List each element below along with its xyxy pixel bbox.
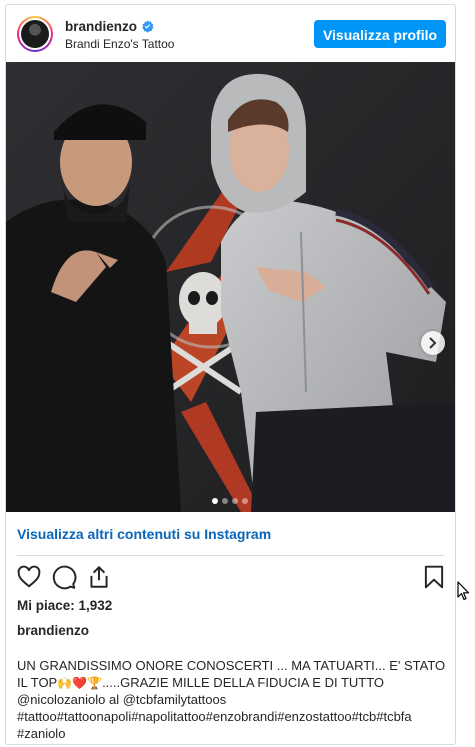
caption-emojis: 🙌❤️🏆 <box>57 676 103 690</box>
post-subtitle: Brandi Enzo's Tattoo <box>65 37 175 51</box>
caption-text: IL TOP <box>17 675 58 690</box>
carousel-dot <box>232 498 238 504</box>
carousel-next-button[interactable] <box>421 331 445 355</box>
caption-line: IL TOP🙌❤️🏆.....GRAZIE MILLE DELLA FIDUCI… <box>17 674 455 691</box>
carousel-indicator <box>212 491 252 504</box>
comment-icon[interactable] <box>51 564 77 590</box>
instagram-embed-card: brandienzo Brandi Enzo's Tattoo Visualiz… <box>5 4 456 745</box>
avatar[interactable] <box>17 16 53 52</box>
divider <box>17 555 444 556</box>
view-profile-button[interactable]: Visualizza profilo <box>314 20 446 48</box>
heart-icon[interactable] <box>16 564 42 590</box>
username-line[interactable]: brandienzo <box>65 19 154 34</box>
caption-mentions[interactable]: @nicolozaniolo al @tcbfamilytattoos <box>17 691 455 708</box>
like-count[interactable]: Mi piace: 1,932 <box>17 598 112 613</box>
post-photo[interactable] <box>6 62 455 512</box>
share-icon[interactable] <box>86 564 112 590</box>
carousel-dot <box>222 498 228 504</box>
photo-image <box>6 62 455 512</box>
caption-username[interactable]: brandienzo <box>17 623 89 638</box>
carousel-dot <box>212 498 218 504</box>
mouse-pointer-icon <box>457 581 470 601</box>
username[interactable]: brandienzo <box>65 19 137 34</box>
post-caption: UN GRANDISSIMO ONORE CONOSCERTI ... MA T… <box>17 657 455 742</box>
avatar-image <box>19 18 51 50</box>
caption-line: UN GRANDISSIMO ONORE CONOSCERTI ... MA T… <box>17 658 446 673</box>
chevron-right-icon <box>429 337 437 349</box>
caption-hashtags[interactable]: #tattoo#tattoonapoli#napolitattoo#enzobr… <box>17 708 455 725</box>
verified-badge-icon <box>142 20 154 33</box>
caption-hashtags[interactable]: #zaniolo <box>17 725 455 742</box>
caption-text: .....GRAZIE MILLE DELLA FIDUCIA E DI TUT… <box>102 675 385 690</box>
bookmark-icon[interactable] <box>421 564 447 590</box>
view-more-on-instagram-link[interactable]: Visualizza altri contenuti su Instagram <box>17 526 271 542</box>
post-header: brandienzo Brandi Enzo's Tattoo Visualiz… <box>6 5 455 62</box>
carousel-dot <box>242 498 248 504</box>
